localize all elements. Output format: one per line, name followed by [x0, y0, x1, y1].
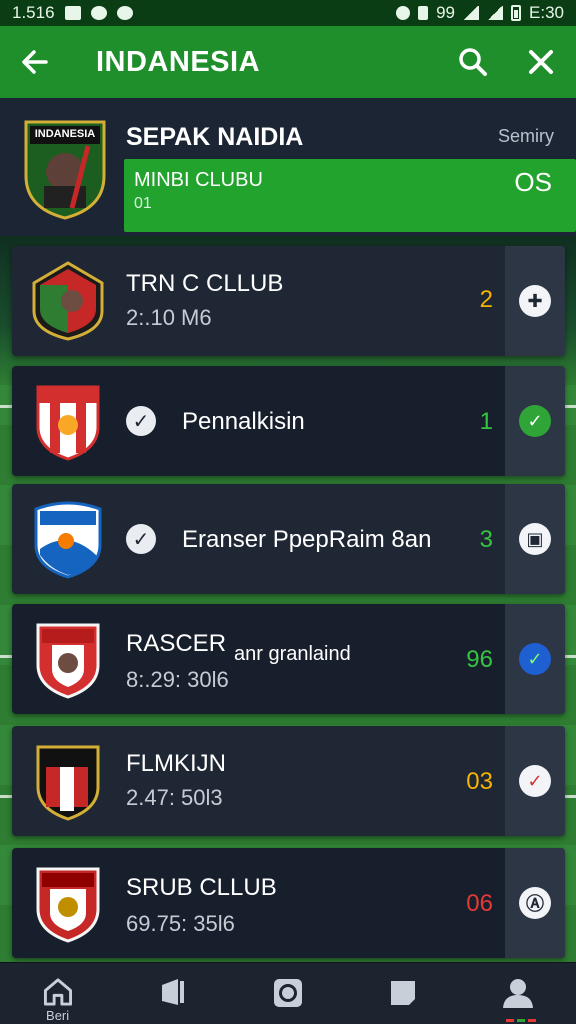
home-icon: [43, 978, 72, 1006]
match-subtitle: 69.75: 35l6: [126, 911, 235, 936]
team-crest: [32, 381, 104, 461]
match-score: 06: [466, 890, 493, 917]
arrow-left-icon: [22, 50, 48, 74]
nav-record[interactable]: [258, 977, 318, 1023]
profile-icon: [503, 979, 534, 1008]
crest-label: INDANESIA: [34, 128, 96, 140]
puzzle-icon: ✚: [519, 285, 551, 317]
team-crest: [32, 261, 104, 341]
featured-match-card[interactable]: INDANESIA SEPAK NAIDIA Semiry MINBI CLUB…: [0, 98, 576, 236]
match-title: Eranser PpepRaim 8an: [182, 526, 432, 553]
match-score: 2: [479, 286, 493, 313]
nav-news[interactable]: [143, 977, 203, 1023]
match-title: Pennalkisin: [182, 408, 305, 435]
bluetooth-icon: [418, 6, 429, 20]
featured-club-sub: 01: [134, 195, 152, 212]
news-icon: [161, 979, 184, 1005]
check-circle-icon: ✓: [519, 643, 551, 675]
check-circle-icon: ✓: [519, 405, 551, 437]
close-button[interactable]: [524, 45, 558, 79]
signal-icon-2: [487, 6, 504, 20]
close-icon: [529, 50, 553, 74]
match-action[interactable]: ✚: [505, 246, 565, 356]
checkmark-icon: ✓: [126, 524, 156, 554]
nav-home[interactable]: Beri: [28, 977, 88, 1023]
nav-home-label: Beri: [46, 1008, 70, 1023]
featured-highlight-band: MINBI CLUBU 01 OS: [124, 159, 576, 232]
match-subtitle: 2:.10 M6: [126, 305, 212, 330]
match-action[interactable]: Ⓐ: [505, 848, 565, 958]
status-bar: 1.516 99 E:30: [0, 0, 576, 26]
match-title: SRUB CLLUB: [126, 874, 277, 901]
team-crest: [32, 863, 104, 943]
signal-icon: [463, 6, 480, 20]
record-icon: [273, 979, 302, 1007]
app-bar: INDANESIA: [0, 26, 576, 98]
chat-icon: [391, 981, 416, 1005]
page-title: INDANESIA: [96, 45, 261, 78]
match-row[interactable]: ✓ Eranser PpepRaim 8an 3 ▣: [12, 484, 565, 594]
featured-score: OS: [514, 167, 552, 197]
team-crest: [32, 499, 104, 579]
network-label: 99: [436, 3, 456, 22]
bottom-navigation: Beri: [0, 962, 576, 1024]
match-score: 96: [466, 646, 493, 673]
match-title-extra: anr granlaind: [234, 643, 351, 665]
team-crest: INDANESIA: [22, 116, 108, 220]
active-indicator: [506, 1019, 536, 1022]
match-subtitle: 2.47: 50l3: [126, 785, 223, 810]
search-button[interactable]: [456, 45, 490, 79]
nav-profile[interactable]: [488, 977, 548, 1023]
match-row[interactable]: TRN C CLLUB 2:.10 M6 2 ✚: [12, 246, 565, 356]
search-icon: [459, 48, 487, 76]
match-score: 3: [479, 526, 493, 553]
battery-icon: [511, 5, 522, 21]
featured-club-label: MINBI CLUBU: [134, 169, 263, 191]
status-time-right: E:30: [529, 3, 564, 22]
featured-status: Semiry: [497, 126, 554, 146]
match-title: TRN C CLLUB: [126, 270, 284, 297]
team-crest: [32, 741, 104, 821]
clipboard-icon: ▣: [519, 523, 551, 555]
image-notification-icon: [64, 6, 81, 20]
match-action[interactable]: ✓: [505, 604, 565, 714]
check-circle-icon: ✓: [519, 765, 551, 797]
match-row[interactable]: SRUB CLLUB 69.75: 35l6 06 Ⓐ: [12, 848, 565, 958]
back-button[interactable]: [18, 45, 52, 79]
match-row[interactable]: RASCER anr granlaind 8:.29: 30l6 96 ✓: [12, 604, 565, 714]
checkmark-icon: ✓: [126, 406, 156, 436]
app-notification-icon: [90, 6, 107, 20]
compass-notification-icon: [116, 6, 133, 20]
match-action[interactable]: ✓: [505, 726, 565, 836]
user-circle-icon: Ⓐ: [519, 887, 551, 919]
team-crest: [32, 619, 104, 699]
match-action[interactable]: ▣: [505, 484, 565, 594]
match-score: 03: [466, 768, 493, 795]
match-score: 1: [479, 408, 493, 435]
vibrate-icon: [396, 6, 411, 20]
match-row[interactable]: ✓ Pennalkisin 1 ✓: [12, 366, 565, 476]
match-row[interactable]: FLMKIJN 2.47: 50l3 03 ✓: [12, 726, 565, 836]
featured-team-name: SEPAK NAIDIA: [126, 123, 304, 151]
match-title: RASCER: [126, 630, 227, 657]
nav-chat[interactable]: [373, 977, 433, 1023]
status-time-left: 1.516: [12, 3, 55, 22]
match-title: FLMKIJN: [126, 750, 227, 777]
match-subtitle: 8:.29: 30l6: [126, 667, 229, 692]
match-action[interactable]: ✓: [505, 366, 565, 476]
